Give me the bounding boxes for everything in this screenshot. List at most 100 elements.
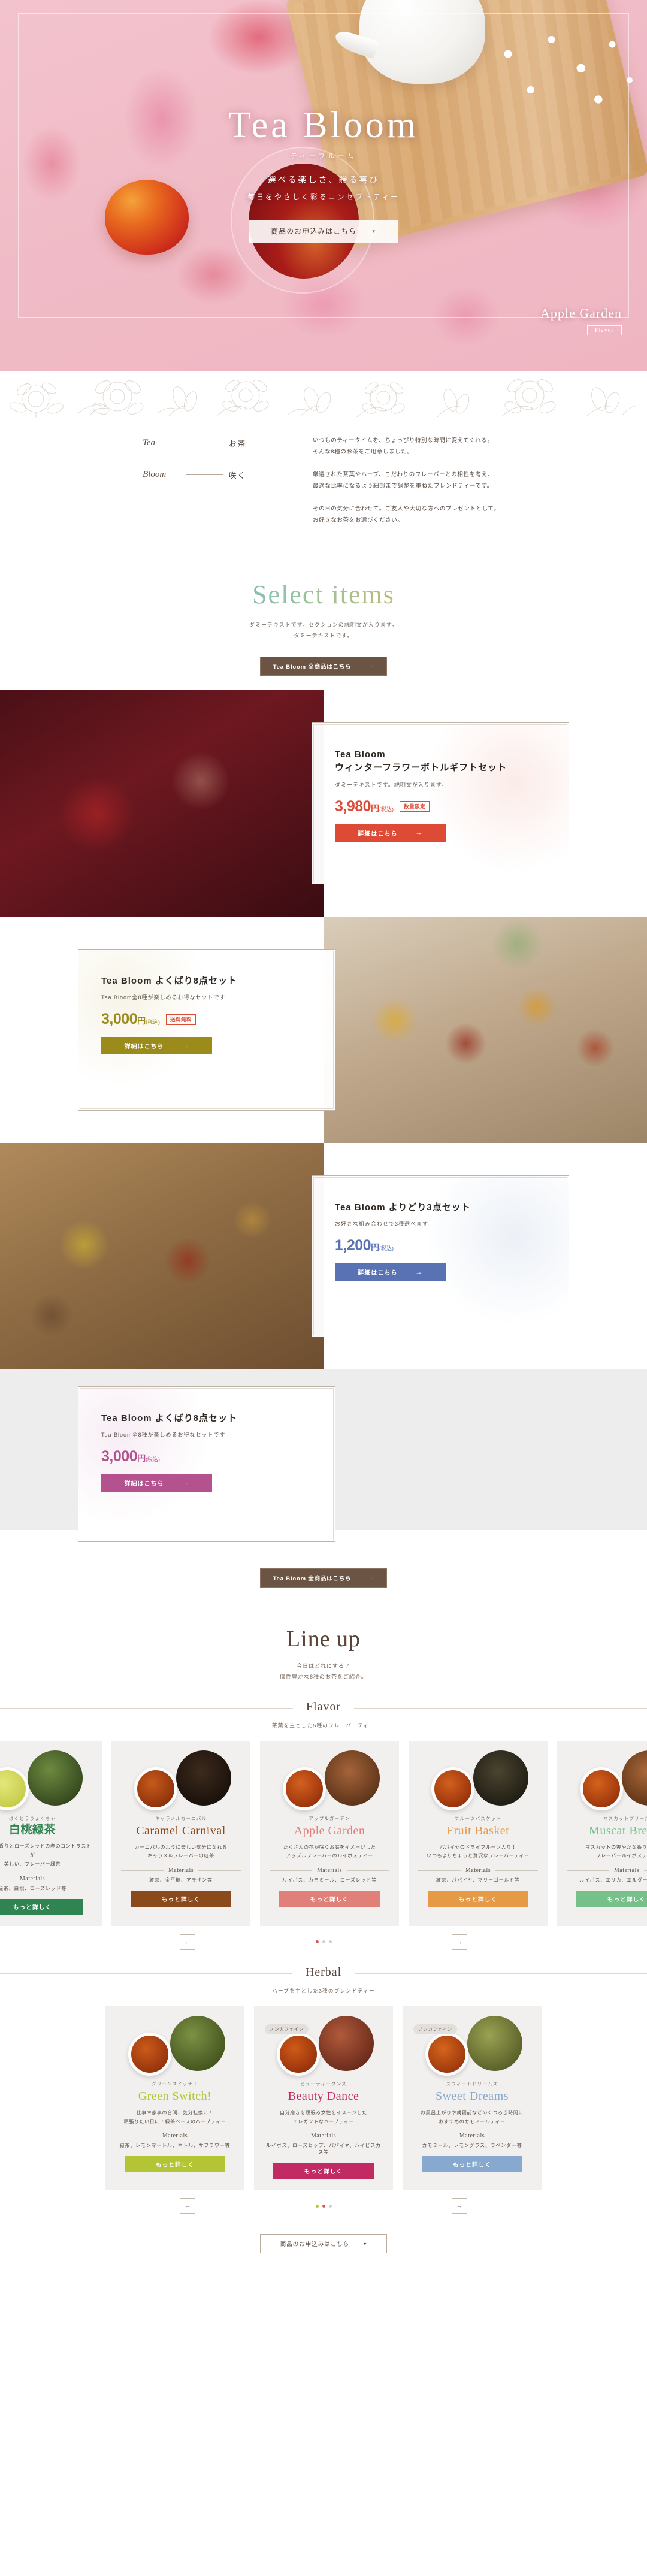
tea-kana: キャラメルカーニバル xyxy=(155,1815,207,1821)
select-all-products-button[interactable]: Tea Bloom 全商品はこちら → xyxy=(260,656,387,676)
product-description: Tea Bloom全8種が楽しめるお得なセットです xyxy=(101,994,226,1001)
tea-name: Apple Garden xyxy=(294,1824,365,1837)
materials-rule xyxy=(495,1870,539,1871)
carousel-dot[interactable] xyxy=(315,1940,319,1944)
tea-card[interactable]: はくとうりょくちゃ 白桃緑茶 白桃の甘い香りとローズレッドの赤のコントラストが美… xyxy=(0,1740,102,1926)
materials-text: ルイボス、ローズヒップ、パパイヤ、ハイビスカス等 xyxy=(266,2143,381,2155)
tea-media xyxy=(115,2015,235,2077)
product-badge: 送料無料 xyxy=(166,1014,196,1025)
intro-term-bloom: Bloom 咲く xyxy=(143,469,280,480)
footer-apply-button[interactable]: 商品のお申込みはこちら ▾ xyxy=(260,2234,387,2254)
tea-kana: ビューティーダンス xyxy=(300,2081,347,2087)
tea-kana: グリーンスイッチ！ xyxy=(152,2081,198,2087)
product-photo xyxy=(0,690,324,917)
tea-card[interactable]: グリーンスイッチ！ Green Switch! 仕事や家事の合間、気分転換に！頑… xyxy=(105,2006,244,2190)
footer-cta-section: 商品のお申込みはこちら ▾ xyxy=(0,2214,647,2277)
product-title: Tea Bloom よくばり8点セット xyxy=(101,975,238,986)
flavor-card-carousel[interactable]: はくとうりょくちゃ 白桃緑茶 白桃の甘い香りとローズレッドの赤のコントラストが美… xyxy=(0,1740,647,1926)
tea-description: マスカットの爽やかな香りが広がるフレーバールイボスティー xyxy=(585,1844,647,1859)
tea-name: Muscat Breeze xyxy=(589,1824,647,1837)
tea-description: たくさんの花が咲くお庭をイメージした アップルフレーバーのルイボスティー xyxy=(283,1844,376,1859)
tea-name: 白桃緑茶 xyxy=(8,1823,56,1836)
product-detail-button[interactable]: 詳細はこちら → xyxy=(101,1037,212,1055)
tea-cup-image xyxy=(277,2032,320,2076)
herbal-card-carousel[interactable]: グリーンスイッチ！ Green Switch! 仕事や家事の合間、気分転換に！頑… xyxy=(0,2006,647,2190)
materials-header: Materials xyxy=(412,2133,533,2140)
intro-term-rule xyxy=(186,474,223,475)
tea-description: 自分磨きを頑張る女性をイメージした エレガントなハーブティー xyxy=(279,2109,368,2124)
tea-leaf-image xyxy=(28,1750,83,1806)
intro-term-en: Tea xyxy=(143,438,156,448)
product-row: Tea Bloom ウィンターフラワーボトルギフトセット ダミーテキストです。説明… xyxy=(0,690,647,917)
tea-detail-button[interactable]: もっと詳しく xyxy=(125,2156,225,2173)
materials-label: Materials xyxy=(162,2133,188,2140)
product-detail-button[interactable]: 詳細はこちら → xyxy=(101,1474,212,1492)
tea-detail-button[interactable]: もっと詳しく xyxy=(576,1891,647,1907)
carousel-dot[interactable] xyxy=(315,2204,319,2208)
tea-detail-label: もっと詳しく xyxy=(161,1896,201,1903)
category-header-flavor: Flavor xyxy=(0,1700,647,1714)
tea-detail-button[interactable]: もっと詳しく xyxy=(131,1891,231,1907)
select-all-products-label: Tea Bloom 全商品はこちら xyxy=(273,663,352,670)
tea-card[interactable]: キャラメルカーニバル Caramel Carnival カーニバルのように楽しい… xyxy=(111,1740,250,1926)
intro-term-en: Bloom xyxy=(143,470,167,479)
product-price-tax: (税込) xyxy=(379,1245,394,1252)
intro-paragraph: 厳選された茶葉やハーブ、こだわりのフレーバーとの相性を考え、 最適な比率になるよう… xyxy=(313,471,494,490)
tea-leaf-image xyxy=(622,1750,647,1806)
tea-detail-button[interactable]: もっと詳しく xyxy=(279,1891,380,1907)
select-all-products-button-bottom[interactable]: Tea Bloom 全商品はこちら → xyxy=(260,1568,387,1588)
product-detail-button[interactable]: 詳細はこちら → xyxy=(335,824,446,842)
materials-label: Materials xyxy=(168,1867,194,1874)
tea-detail-label: もっと詳しく xyxy=(13,1904,52,1912)
tea-description: パパイヤのドライフルーツ入り！ いつもよりちょっと贅沢なフレーバーティー xyxy=(427,1844,530,1859)
tea-leaf-image xyxy=(473,1750,528,1806)
materials-label: Materials xyxy=(459,2133,485,2140)
carousel-dot[interactable] xyxy=(322,2204,325,2208)
tea-kana: フルーツバスケット xyxy=(454,1815,502,1821)
intro-term-tea: Tea お茶 xyxy=(143,437,280,449)
lineup-section: Line up 今日はどれにする？ 個性豊かな8種のお茶をご紹介。 Flavor … xyxy=(0,1594,647,2278)
non-caffeine-badge: ノンカフェイン xyxy=(265,2024,309,2034)
select-items-title: Select items xyxy=(0,579,647,611)
product-price: 3,000 xyxy=(101,1448,138,1465)
lineup-title: Line up xyxy=(286,1626,361,1652)
materials-text: 紅茶、パパイヤ、マリーゴールド等 xyxy=(436,1877,520,1883)
materials-label: Materials xyxy=(465,1867,491,1874)
product-price: 3,980 xyxy=(335,797,371,815)
tea-leaf-image xyxy=(467,2015,522,2071)
tea-cup-image xyxy=(128,2032,171,2076)
materials-rule xyxy=(644,1870,647,1871)
product-detail-button[interactable]: 詳細はこちら → xyxy=(335,1263,446,1281)
tea-detail-button[interactable]: もっと詳しく xyxy=(422,2156,522,2173)
hero-apply-button[interactable]: 商品のお申込みはこちら ▾ xyxy=(249,220,398,243)
tea-detail-button[interactable]: もっと詳しく xyxy=(0,1898,83,1915)
tea-detail-label: もっと詳しく xyxy=(310,1896,349,1903)
product-card: Tea Bloom よくばり8点セット Tea Bloom全8種が楽しめるお得な… xyxy=(78,1386,335,1542)
tea-detail-label: もっと詳しく xyxy=(607,1896,646,1903)
floral-line-decoration xyxy=(0,371,647,418)
tea-kana: スウィートドリームス xyxy=(446,2081,498,2087)
tea-media xyxy=(567,1749,647,1812)
lineup-subtitle: 今日はどれにする？ 個性豊かな8種のお茶をご紹介。 xyxy=(279,1662,367,1680)
tea-card[interactable]: ノンカフェイン ビューティーダンス Beauty Dance 自分磨きを頑張る女… xyxy=(254,2006,393,2190)
tea-detail-label: もっと詳しく xyxy=(304,2168,343,2175)
product-photo xyxy=(324,916,647,1143)
tea-kana: はくとうりょくちゃ xyxy=(8,1815,56,1821)
tea-card[interactable]: フルーツバスケット Fruit Basket パパイヤのドライフルーツ入り！ いつ… xyxy=(409,1740,548,1926)
materials-label: Materials xyxy=(310,2133,337,2140)
select-all-products-bottom-label: Tea Bloom 全商品はこちら xyxy=(273,1575,352,1582)
carousel-dot[interactable] xyxy=(328,1940,332,1944)
tea-card[interactable]: マスカットブリーズ Muscat Breeze マスカットの爽やかな香りが広がる… xyxy=(557,1740,647,1926)
product-card: Tea Bloom ウィンターフラワーボトルギフトセット ダミーテキストです。説明… xyxy=(312,722,569,884)
tea-media xyxy=(121,1749,241,1812)
carousel-dot[interactable] xyxy=(328,2204,332,2208)
tea-card[interactable]: ノンカフェイン スウィートドリームス Sweet Dreams お風呂上がりや就… xyxy=(403,2006,542,2190)
tea-name: Beauty Dance xyxy=(288,2089,359,2103)
tea-card[interactable]: アップルガーデン Apple Garden たくさんの花が咲くお庭をイメージした… xyxy=(260,1740,399,1926)
tea-cup-image xyxy=(283,1767,326,1810)
tea-detail-button[interactable]: もっと詳しく xyxy=(428,1891,528,1907)
tea-detail-button[interactable]: もっと詳しく xyxy=(273,2163,374,2179)
intro-term-jp: お茶 xyxy=(229,440,247,448)
carousel-dot[interactable] xyxy=(322,1940,325,1944)
materials-rule xyxy=(567,1870,609,1871)
